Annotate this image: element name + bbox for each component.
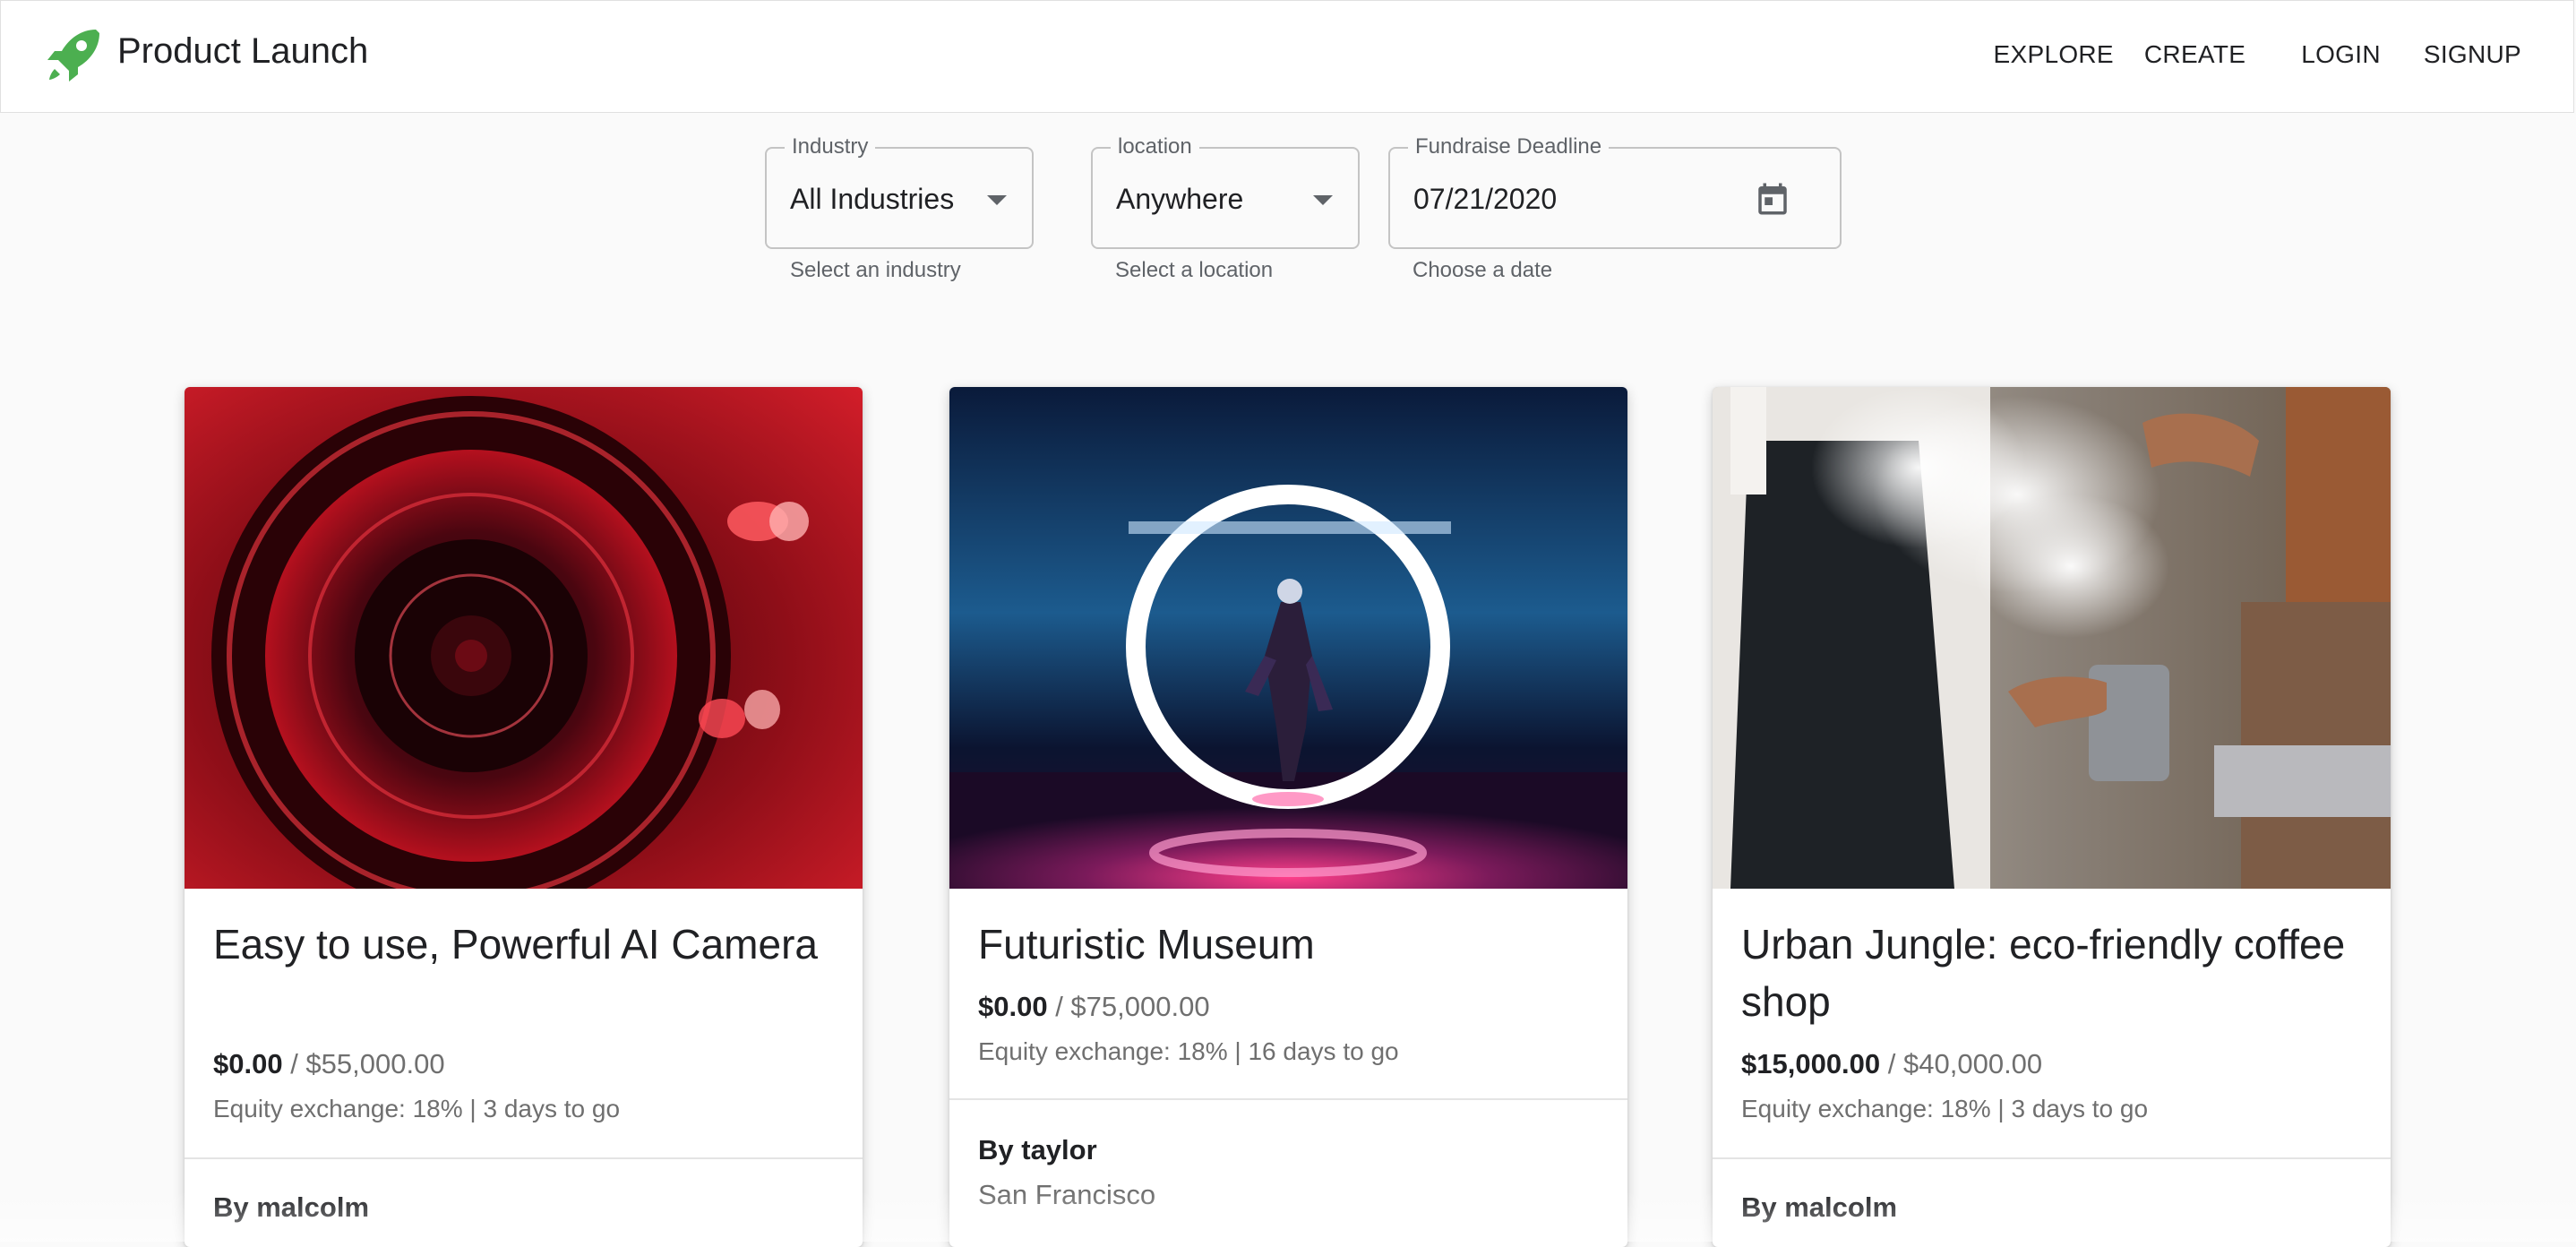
card-meta: Equity exchange: 18% | 3 days to go bbox=[1741, 1095, 2149, 1122]
deadline-value: 07/21/2020 bbox=[1413, 183, 1558, 215]
card-location: San Francisco bbox=[978, 1179, 1156, 1210]
card-goal-amount: / $55,000.00 bbox=[290, 1048, 445, 1079]
deadline-date-field[interactable]: Fundraise Deadline 07/21/2020 bbox=[1388, 134, 1842, 249]
card-title[interactable]: Urban Jungle: eco-friendly coffee shop bbox=[1741, 916, 2359, 1030]
location-helper-text: Select a location bbox=[1115, 258, 1274, 282]
card-goal-amount: / $75,000.00 bbox=[1055, 991, 1210, 1022]
location-select[interactable]: location Anywhere bbox=[1091, 134, 1360, 249]
card-funding: $15,000.00 / $40,000.00 bbox=[1741, 1048, 2042, 1080]
camera-lens-image[interactable] bbox=[185, 387, 863, 889]
nav-create-link[interactable]: CREATE bbox=[2144, 40, 2245, 69]
project-card[interactable]: Urban Jungle: eco-friendly coffee shop $… bbox=[1713, 387, 2391, 1247]
card-raised-amount: $15,000.00 bbox=[1741, 1048, 1881, 1079]
app-title[interactable]: Product Launch bbox=[117, 31, 368, 72]
dropdown-arrow-icon bbox=[1313, 195, 1333, 205]
card-raised-amount: $0.00 bbox=[213, 1048, 283, 1079]
card-title[interactable]: Futuristic Museum bbox=[978, 916, 1596, 973]
rocket-icon[interactable] bbox=[42, 24, 105, 87]
industry-select[interactable]: Industry All Industries bbox=[765, 134, 1034, 249]
card-raised-amount: $0.00 bbox=[978, 991, 1048, 1022]
deadline-helper-text: Choose a date bbox=[1413, 258, 1553, 282]
nav-login-link[interactable]: LOGIN bbox=[2301, 40, 2381, 69]
card-title[interactable]: Easy to use, Powerful AI Camera bbox=[213, 916, 831, 973]
app-bar: Product Launch EXPLORE CREATE LOGIN SIGN… bbox=[0, 0, 2574, 113]
card-meta: Equity exchange: 18% | 3 days to go bbox=[213, 1095, 621, 1122]
card-author: By malcolm bbox=[213, 1191, 370, 1223]
industry-label: Industry bbox=[785, 134, 876, 159]
calendar-icon[interactable] bbox=[1754, 179, 1791, 219]
card-funding: $0.00 / $75,000.00 bbox=[978, 991, 1210, 1023]
card-divider bbox=[185, 1157, 863, 1159]
industry-helper-text: Select an industry bbox=[790, 258, 961, 282]
nav-signup-link[interactable]: SIGNUP bbox=[2424, 40, 2521, 69]
project-card[interactable]: Easy to use, Powerful AI Camera $0.00 / … bbox=[185, 387, 863, 1247]
location-value: Anywhere bbox=[1116, 183, 1244, 215]
industry-value: All Industries bbox=[790, 183, 955, 215]
card-goal-amount: / $40,000.00 bbox=[1887, 1048, 2043, 1079]
card-meta: Equity exchange: 18% | 16 days to go bbox=[978, 1037, 1399, 1065]
museum-portal-image[interactable] bbox=[949, 387, 1627, 889]
barista-steam-image[interactable] bbox=[1713, 387, 2391, 889]
card-divider bbox=[949, 1098, 1627, 1100]
deadline-label: Fundraise Deadline bbox=[1408, 134, 1610, 159]
card-author: By taylor bbox=[978, 1134, 1097, 1165]
card-author: By malcolm bbox=[1741, 1191, 1898, 1223]
card-divider bbox=[1713, 1157, 2391, 1159]
dropdown-arrow-icon bbox=[987, 195, 1007, 205]
location-label: location bbox=[1111, 134, 1199, 159]
card-funding: $0.00 / $55,000.00 bbox=[213, 1048, 445, 1080]
top-nav: EXPLORE CREATE LOGIN SIGNUP bbox=[1994, 40, 2521, 69]
nav-explore-link[interactable]: EXPLORE bbox=[1994, 40, 2114, 69]
project-card[interactable]: Futuristic Museum $0.00 / $75,000.00 Equ… bbox=[949, 387, 1627, 1247]
